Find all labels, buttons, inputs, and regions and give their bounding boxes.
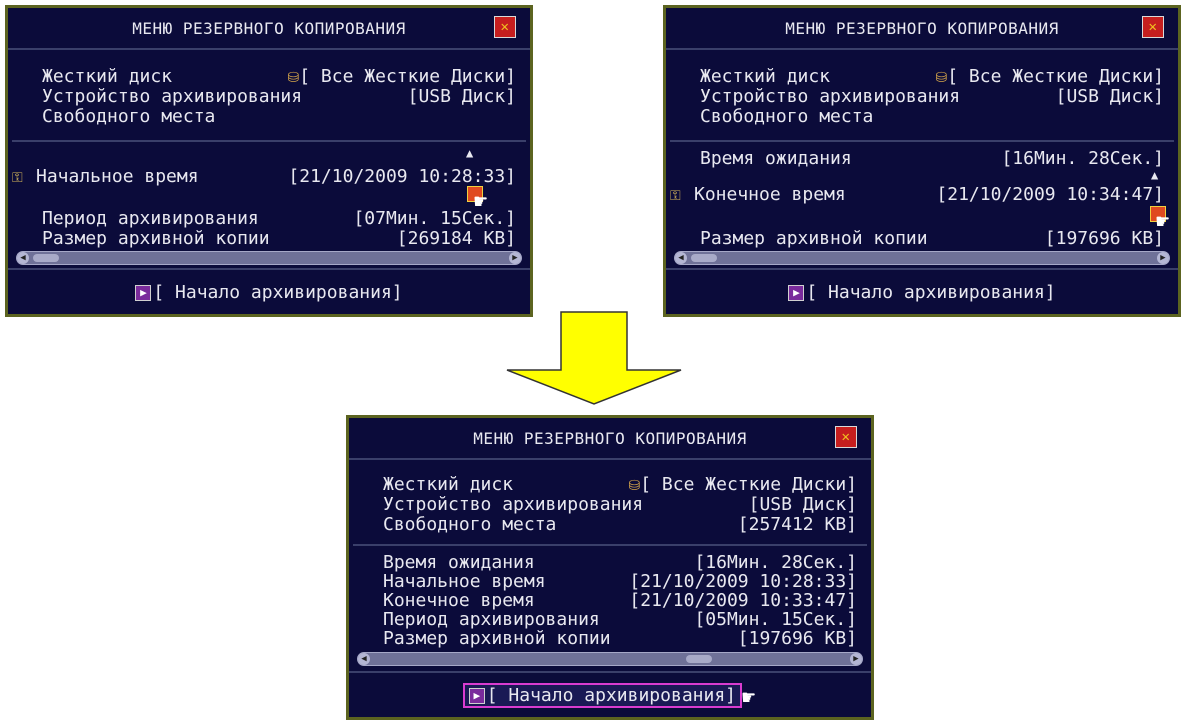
menu-title: МЕНЮ РЕЗЕРВНОГО КОПИРОВАНИЯ: [132, 18, 406, 38]
hdd-label: Жесткий диск: [700, 66, 831, 87]
device-label: Устройство архивирования: [700, 86, 961, 107]
backup-menu-panel-2: МЕНЮ РЕЗЕРВНОГО КОПИРОВАНИЯ ✕ Жесткий ди…: [663, 5, 1181, 317]
play-icon: ▶: [788, 284, 805, 301]
footer: ▶[ Начало архивирования]: [666, 268, 1178, 314]
scroll-left-icon[interactable]: ◀: [17, 252, 29, 264]
section-divider: [12, 140, 526, 142]
end-time-value[interactable]: [21/10/2009 10:34:47]: [936, 184, 1164, 206]
close-icon[interactable]: ✕: [1142, 16, 1164, 38]
hdd-row[interactable]: Жесткий диск ⛁[ Все Жесткие Диски]: [383, 474, 857, 496]
section-divider: [353, 544, 867, 546]
title-bar: МЕНЮ РЕЗЕРВНОГО КОПИРОВАНИЯ ✕: [349, 418, 871, 460]
scroll-right-icon[interactable]: ▶: [1157, 252, 1169, 264]
scroll-thumb[interactable]: [33, 254, 59, 262]
increment-arrow-icon[interactable]: ▲: [1151, 168, 1158, 182]
start-time-value[interactable]: [21/10/2009 10:28:33]: [288, 166, 516, 188]
footer: ▶[ Начало архивирования] ☛: [349, 671, 871, 717]
end-time-row[interactable]: ⚿ Конечное время [21/10/2009 10:34:47]: [670, 184, 1164, 206]
wait-time-label: Время ожидания: [700, 148, 852, 169]
backup-menu-panel-1: МЕНЮ РЕЗЕРВНОГО КОПИРОВАНИЯ ✕ Жесткий ди…: [5, 5, 533, 317]
play-icon: ▶: [135, 284, 152, 301]
size-value: [269184 KB]: [396, 228, 516, 249]
device-row[interactable]: Устройство архивирования [USB Диск]: [383, 494, 857, 516]
size-label: Размер архивной копии: [42, 228, 270, 249]
period-value: [07Мин. 15Сек.]: [353, 208, 516, 229]
device-row[interactable]: Устройство архивирования [USB Диск]: [42, 86, 516, 108]
footer: ▶[ Начало архивирования]: [8, 268, 530, 314]
close-icon[interactable]: ✕: [835, 426, 857, 448]
scroll-left-icon[interactable]: ◀: [675, 252, 687, 264]
size-row: Размер архивной копии [269184 KB]: [42, 228, 516, 250]
period-row: Период архивирования [07Мин. 15Сек.]: [42, 208, 516, 230]
free-space-label: Свободного места: [42, 106, 216, 127]
key-icon: ⚿: [670, 187, 681, 204]
increment-arrow-icon[interactable]: ▲: [466, 146, 473, 160]
period-label: Период архивирования: [42, 208, 259, 229]
free-space-label: Свободного места: [383, 514, 557, 535]
free-space-row: Свободного места: [42, 106, 516, 128]
key-icon: ⚿: [12, 169, 23, 186]
size-value: [197696 KB]: [737, 628, 857, 649]
horizontal-scrollbar[interactable]: ◀ ▶: [357, 652, 863, 666]
size-row: Размер архивной копии [197696 KB]: [700, 228, 1164, 250]
end-time-label: Конечное время: [694, 183, 846, 205]
hand-cursor-icon: ☛: [742, 686, 756, 711]
hdd-label: Жесткий диск: [42, 66, 173, 87]
close-icon[interactable]: ✕: [494, 16, 516, 38]
device-row[interactable]: Устройство архивирования [USB Диск]: [700, 86, 1164, 108]
menu-title: МЕНЮ РЕЗЕРВНОГО КОПИРОВАНИЯ: [473, 428, 747, 448]
hdd-row[interactable]: Жесткий диск ⛁[ Все Жесткие Диски]: [42, 66, 516, 88]
backup-menu-panel-3: МЕНЮ РЕЗЕРВНОГО КОПИРОВАНИЯ ✕ Жесткий ди…: [346, 415, 874, 720]
start-backup-button[interactable]: ▶[ Начало архивирования]: [788, 282, 1056, 303]
horizontal-scrollbar[interactable]: ◀ ▶: [16, 251, 522, 265]
free-space-label: Свободного места: [700, 106, 874, 127]
play-icon: ▶: [468, 687, 485, 704]
section-divider: [670, 140, 1174, 142]
title-bar: МЕНЮ РЕЗЕРВНОГО КОПИРОВАНИЯ ✕: [666, 8, 1178, 50]
down-arrow-icon: [506, 311, 682, 405]
scroll-thumb[interactable]: [686, 655, 712, 663]
device-label: Устройство архивирования: [383, 494, 644, 515]
hdd-icon: ⛁: [935, 69, 948, 86]
size-row: Размер архивной копии [197696 KB]: [383, 628, 857, 650]
size-label: Размер архивной копии: [700, 228, 928, 249]
start-time-row[interactable]: ⚿ Начальное время [21/10/2009 10:28:33]: [12, 166, 516, 188]
hdd-row[interactable]: Жесткий диск ⛁[ Все Жесткие Диски]: [700, 66, 1164, 88]
start-backup-button[interactable]: ▶[ Начало архивирования]: [135, 282, 403, 303]
hdd-label: Жесткий диск: [383, 474, 514, 495]
size-label: Размер архивной копии: [383, 628, 611, 649]
scroll-left-icon[interactable]: ◀: [358, 653, 370, 665]
scroll-thumb[interactable]: [691, 254, 717, 262]
device-value[interactable]: [USB Диск]: [408, 86, 516, 108]
horizontal-scrollbar[interactable]: ◀ ▶: [674, 251, 1170, 265]
free-space-value: [257412 KB]: [737, 514, 857, 535]
menu-title: МЕНЮ РЕЗЕРВНОГО КОПИРОВАНИЯ: [785, 18, 1059, 38]
title-bar: МЕНЮ РЕЗЕРВНОГО КОПИРОВАНИЯ ✕: [8, 8, 530, 50]
free-space-row: Свободного места [257412 KB]: [383, 514, 857, 536]
wait-time-row: Время ожидания [16Мин. 28Сек.]: [700, 148, 1164, 170]
size-value: [197696 KB]: [1044, 228, 1164, 249]
device-value[interactable]: [USB Диск]: [749, 494, 857, 516]
hdd-icon: ⛁: [628, 477, 641, 494]
scroll-right-icon[interactable]: ▶: [850, 653, 862, 665]
device-value[interactable]: [USB Диск]: [1056, 86, 1164, 108]
start-backup-button[interactable]: ▶[ Начало архивирования]: [462, 682, 743, 708]
scroll-right-icon[interactable]: ▶: [509, 252, 521, 264]
free-space-row: Свободного места: [700, 106, 1164, 128]
wait-time-value: [16Мин. 28Сек.]: [1001, 148, 1164, 169]
hdd-icon: ⛁: [287, 69, 300, 86]
device-label: Устройство архивирования: [42, 86, 303, 107]
start-time-label: Начальное время: [36, 165, 199, 187]
